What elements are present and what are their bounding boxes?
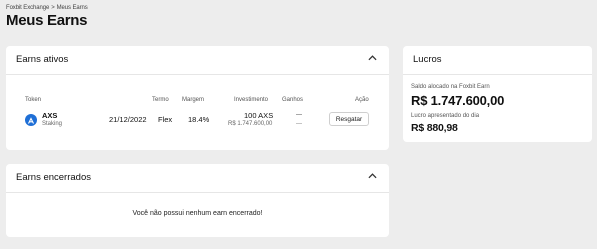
breadcrumb-separator: > [51, 5, 55, 11]
closed-earns-header[interactable]: Earns encerrados [6, 164, 389, 193]
closed-earns-card: Earns encerrados Você não possui nenhum … [6, 164, 389, 237]
profits-card: Lucros Saldo alocado na Foxbit Earn R$ 1… [403, 46, 592, 142]
daily-profit-value: R$ 880,98 [411, 122, 458, 134]
breadcrumb-root[interactable]: Foxbit Exchange [6, 5, 49, 11]
allocated-balance-value: R$ 1.747.600,00 [411, 93, 505, 108]
earn-date: 21/12/2022 [109, 115, 147, 124]
axs-token-icon [25, 114, 37, 126]
column-margin: Margem [182, 97, 205, 103]
column-term: Termo [152, 97, 169, 103]
column-investment: Investimento [234, 97, 269, 103]
column-gains: Ganhos [282, 97, 304, 103]
earn-term: Flex [158, 115, 173, 124]
earn-margin: 18.4% [188, 115, 210, 124]
active-earns-title: Earns ativos [16, 54, 69, 65]
active-earns-card: Earns ativos Token Termo Margem Investim… [6, 46, 389, 150]
active-earns-header[interactable]: Earns ativos [6, 46, 389, 75]
profits-header: Lucros [403, 46, 592, 75]
earn-investment-brl: R$ 1.747.600,00 [228, 121, 273, 127]
earn-gains-secondary: --- [296, 121, 302, 127]
page-title: Meus Earns [6, 12, 88, 29]
chevron-up-icon[interactable] [368, 55, 377, 61]
empty-state-message: Você não possui nenhum earn encerrado! [132, 210, 263, 217]
profits-title: Lucros [413, 54, 442, 65]
column-action: Ação [355, 97, 369, 103]
token-name: AXS [42, 111, 58, 120]
closed-earns-title: Earns encerrados [16, 172, 91, 183]
column-token: Token [25, 97, 42, 103]
allocated-balance-label: Saldo alocado na Foxbit Earn [411, 84, 490, 90]
chevron-up-icon[interactable] [368, 173, 377, 179]
breadcrumb: Foxbit Exchange > Meus Earns [6, 5, 88, 11]
daily-profit-label: Lucro apresentado do dia [411, 113, 480, 119]
earn-investment: 100 AXS [244, 111, 274, 120]
earn-gains-primary: --- [296, 112, 302, 118]
redeem-button[interactable]: Resgatar [329, 112, 369, 126]
token-type: Staking [42, 121, 63, 127]
breadcrumb-current: Meus Earns [56, 5, 88, 11]
